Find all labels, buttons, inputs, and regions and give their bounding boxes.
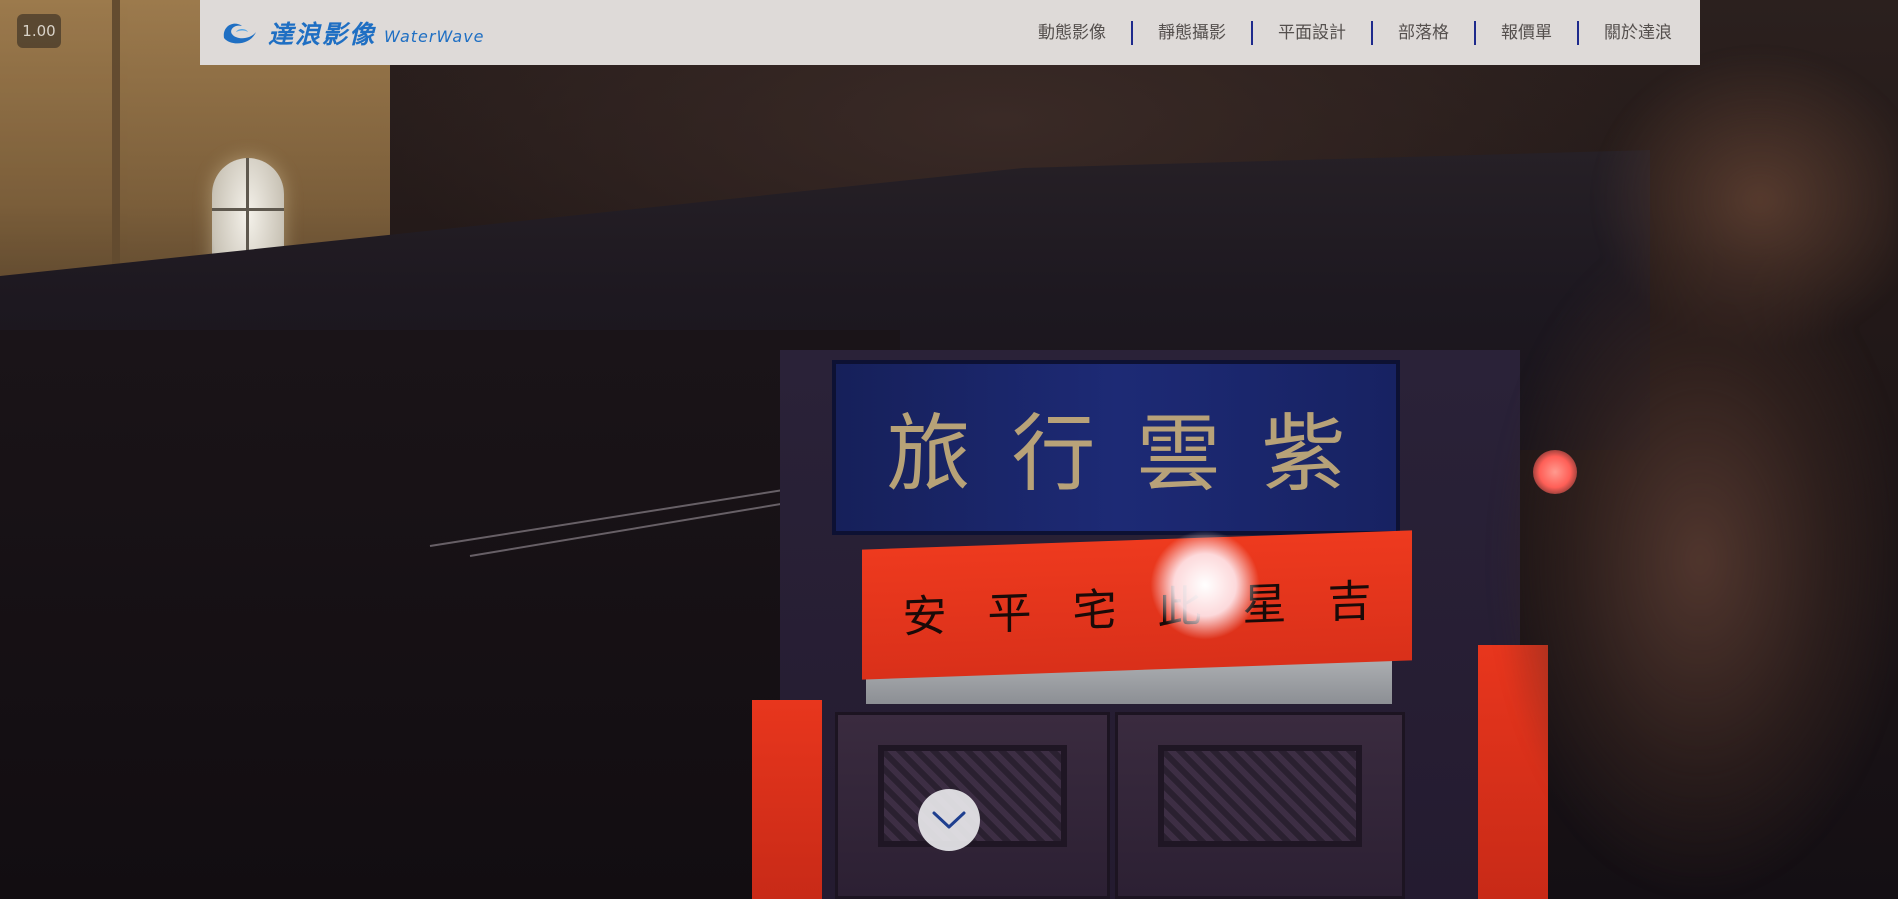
scroll-down-button[interactable] — [918, 789, 980, 851]
chevron-down-icon — [932, 811, 966, 829]
hero-video: 旅 行 雲 紫 安 平 宅 此 星 吉 — [0, 0, 1898, 899]
nav-item-about[interactable]: 關於達浪 — [1579, 21, 1678, 45]
nav-item-blog[interactable]: 部落格 — [1373, 21, 1474, 45]
nav-item-motion-video[interactable]: 動態影像 — [1013, 21, 1131, 45]
brand-name-zh: 達浪影像 — [268, 19, 377, 49]
nav-item-quotation[interactable]: 報價單 — [1476, 21, 1577, 45]
main-nav: 動態影像 靜態攝影 平面設計 部落格 報價單 關於達浪 — [1013, 0, 1678, 65]
nav-item-photography[interactable]: 靜態攝影 — [1133, 21, 1251, 45]
gate-plaque: 旅 行 雲 紫 — [832, 360, 1400, 535]
nav-item-graphic-design[interactable]: 平面設計 — [1253, 21, 1371, 45]
brand-logo[interactable]: 達浪影像 WaterWave — [220, 15, 485, 51]
flash-light — [1150, 530, 1260, 640]
brand-name-en: WaterWave — [384, 27, 485, 46]
wave-swirl-icon — [223, 23, 256, 43]
couplet-left — [752, 700, 822, 899]
site-header: 達浪影像 WaterWave 動態影像 靜態攝影 平面設計 部落格 報價單 關於… — [200, 0, 1700, 65]
page: 旅 行 雲 紫 安 平 宅 此 星 吉 1.00 — [0, 0, 1898, 899]
red-banner: 安 平 宅 此 星 吉 — [862, 530, 1412, 680]
door-right — [1115, 712, 1405, 899]
blurred-foreground — [1400, 0, 1898, 899]
red-light — [1533, 450, 1577, 494]
speed-badge: 1.00 — [17, 14, 61, 48]
